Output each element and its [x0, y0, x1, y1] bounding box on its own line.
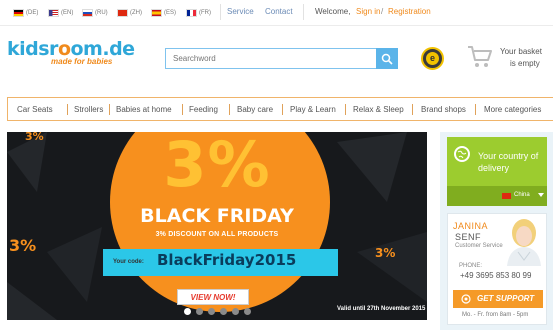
language-code: (DE): [26, 9, 39, 16]
basket-status[interactable]: Your basket: [500, 47, 542, 56]
link-separator: /: [381, 7, 384, 16]
carousel-dot[interactable]: [243, 308, 251, 315]
china-flag-icon: [117, 8, 128, 17]
language-code: (ES): [164, 9, 176, 16]
logo-tagline: made for babies: [51, 57, 113, 66]
search-icon: [381, 53, 393, 65]
cart-icon[interactable]: [467, 45, 493, 69]
nav-divider: [67, 104, 68, 115]
contact-first-name: JANINA: [453, 221, 489, 231]
usa-flag-icon: [48, 8, 59, 17]
nav-divider: [182, 104, 183, 115]
decor-percent: 3%: [375, 246, 396, 260]
site-logo[interactable]: kidsroom.de made for babies: [7, 38, 147, 74]
category-nav: Car Seats Strollers Babies at home Feedi…: [7, 97, 553, 121]
germany-flag-icon: [13, 8, 24, 17]
carousel-dot[interactable]: [207, 308, 215, 315]
delivery-country-title: Your country of delivery: [478, 151, 539, 173]
language-en[interactable]: (EN): [48, 7, 73, 18]
spain-flag-icon: [151, 8, 162, 17]
divider: [303, 4, 304, 20]
promo-discount-text: 3% DISCOUNT ON ALL PRODUCTS: [155, 231, 279, 238]
language-code: (EN): [61, 9, 74, 16]
view-now-button[interactable]: VIEW NOW!: [177, 289, 249, 305]
nav-divider: [475, 104, 476, 115]
carousel-dot[interactable]: [219, 308, 227, 315]
nav-item-relax-sleep[interactable]: Relax & Sleep: [353, 105, 404, 114]
get-support-label: GET SUPPORT: [477, 294, 535, 303]
promo-code: BlackFriday2015: [157, 251, 297, 269]
carousel-dot[interactable]: [183, 308, 191, 315]
support-hours: Mo. - Fr. from 8am - 5pm: [462, 312, 529, 318]
nav-item-play-learn[interactable]: Play & Learn: [290, 105, 336, 114]
carousel-dot[interactable]: [195, 308, 203, 315]
basket-status-detail[interactable]: is empty: [510, 59, 540, 68]
decor-percent: 3%: [9, 236, 37, 255]
country-selected-value[interactable]: China: [514, 192, 530, 198]
decor-percent: 3%: [25, 132, 44, 143]
language-code: (FR): [199, 9, 211, 16]
get-support-button[interactable]: GET SUPPORT: [453, 290, 543, 308]
sign-in-link[interactable]: Sign in: [356, 7, 380, 16]
registration-link[interactable]: Registration: [388, 7, 431, 16]
welcome-text: Welcome,: [315, 7, 351, 16]
carousel-dot[interactable]: [231, 308, 239, 315]
language-code: (ZH): [130, 9, 142, 16]
promo-percent: 3%: [163, 132, 271, 201]
contact-link[interactable]: Contact: [265, 7, 293, 16]
france-flag-icon: [186, 8, 197, 17]
nav-item-feeding[interactable]: Feeding: [189, 105, 218, 114]
divider: [220, 4, 221, 20]
trust-seal-icon: e: [426, 52, 439, 65]
promo-headline: BLACK FRIDAY: [140, 205, 294, 227]
contact-role: Customer Service: [455, 243, 503, 249]
phone-number[interactable]: +49 3695 853 80 99: [460, 271, 531, 280]
nav-divider: [345, 104, 346, 115]
avatar: [503, 216, 545, 266]
language-de[interactable]: (DE): [13, 7, 38, 18]
language-es[interactable]: (ES): [151, 7, 176, 18]
chevron-down-icon[interactable]: [538, 193, 544, 197]
carousel-dots: [7, 308, 427, 315]
nav-item-babies-at-home[interactable]: Babies at home: [116, 105, 172, 114]
nav-divider: [229, 104, 230, 115]
promo-banner[interactable]: 3% BLACK FRIDAY 3% DISCOUNT ON ALL PRODU…: [7, 132, 427, 320]
top-bar: (DE) (EN) (RU) (ZH) (ES) (FR) Service Co…: [0, 0, 553, 26]
language-ru[interactable]: (RU): [82, 7, 108, 18]
nav-item-strollers[interactable]: Strollers: [74, 105, 103, 114]
language-zh[interactable]: (ZH): [117, 7, 142, 18]
nav-item-more-categories[interactable]: More categories: [484, 105, 541, 114]
contact-last-name: SENF: [455, 232, 482, 242]
language-code: (RU): [95, 9, 108, 16]
nav-divider: [109, 104, 110, 115]
globe-icon: [454, 146, 470, 162]
russia-flag-icon: [82, 8, 93, 17]
service-link[interactable]: Service: [227, 7, 254, 16]
country-select[interactable]: [447, 186, 547, 206]
nav-item-brand-shops[interactable]: Brand shops: [421, 105, 466, 114]
search-button[interactable]: [376, 48, 398, 69]
trusted-shops-badge[interactable]: e: [421, 47, 444, 70]
phone-label: PHONE:: [459, 263, 483, 269]
promo-code-label: Your code:: [113, 259, 144, 265]
language-fr[interactable]: (FR): [186, 7, 211, 18]
nav-item-baby-care[interactable]: Baby care: [237, 105, 273, 114]
support-icon: [461, 294, 471, 304]
search-input[interactable]: [165, 48, 377, 69]
nav-divider: [282, 104, 283, 115]
nav-item-car-seats[interactable]: Car Seats: [17, 105, 53, 114]
china-flag-icon: [502, 193, 511, 199]
nav-divider: [412, 104, 413, 115]
